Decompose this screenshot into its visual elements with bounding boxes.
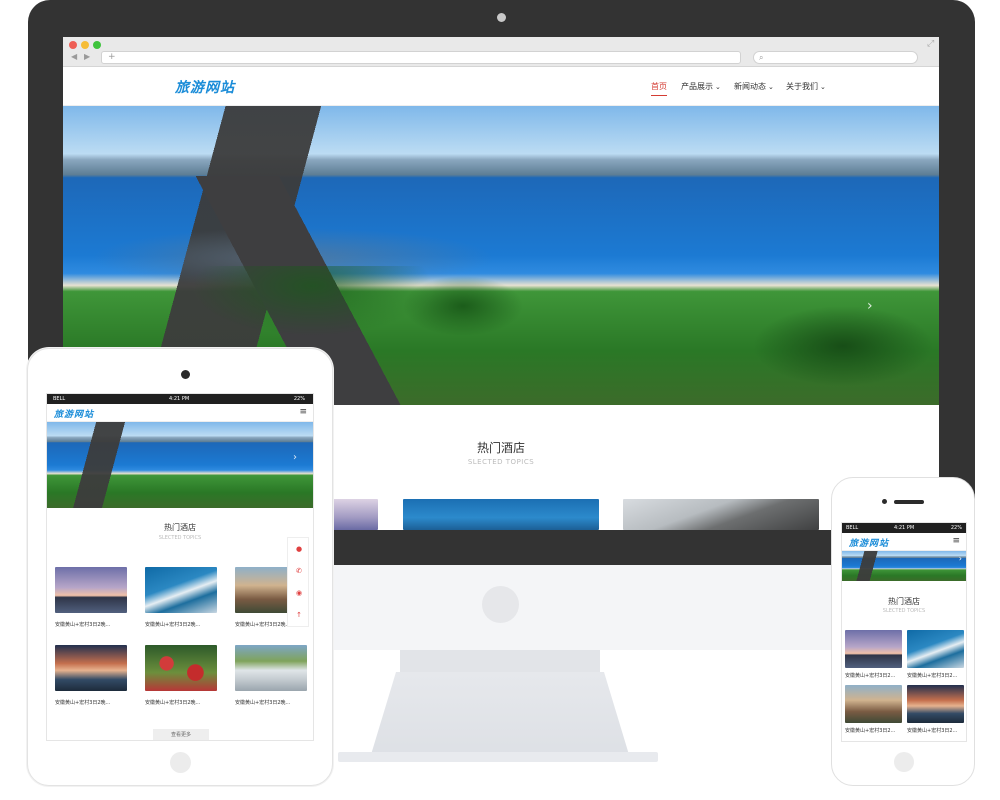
floating-contact-bar: ● ✆ ◉ ↑ bbox=[287, 537, 309, 627]
view-more-button[interactable]: 查看更多 bbox=[153, 729, 209, 740]
hotel-card-caption[interactable]: 安徽黄山+宏村3日2晚... bbox=[55, 699, 127, 706]
wechat-icon[interactable]: ◉ bbox=[292, 586, 306, 600]
hero-banner-image: › bbox=[842, 551, 966, 581]
chevron-down-icon: ⌄ bbox=[768, 83, 774, 91]
section-title: 热门酒店 bbox=[888, 597, 920, 606]
chevron-down-icon: ⌄ bbox=[715, 83, 721, 91]
hotel-card[interactable]: 安徽黄山+宏村3日2晚... bbox=[55, 567, 127, 628]
hotel-card-image[interactable] bbox=[235, 645, 307, 691]
hotel-card-image[interactable] bbox=[845, 685, 902, 723]
monitor-power-button bbox=[482, 586, 519, 623]
site-logo[interactable]: 旅游网站 bbox=[54, 407, 94, 420]
tablet-device: BELL 4:21 PM 22% 旅游网站 ≡ › 热门酒店 SLECTED T… bbox=[27, 348, 333, 786]
hotel-card-caption[interactable]: 安徽黄山+宏村3日2... bbox=[907, 672, 964, 679]
phone-device: BELL 4:21 PM 22% 旅游网站 ≡ › 热门酒店 SLECTED T… bbox=[831, 477, 975, 786]
tablet-camera bbox=[181, 370, 190, 379]
section-subtitle: SLECTED TOPICS bbox=[158, 535, 202, 541]
nav-home[interactable]: 首页 bbox=[651, 81, 667, 96]
battery-label: 22% bbox=[293, 396, 305, 402]
hero-banner-image: › bbox=[47, 422, 313, 508]
monitor-camera bbox=[497, 13, 506, 22]
nav-label: 产品展示 bbox=[681, 82, 713, 91]
hotel-card[interactable]: 安徽黄山+宏村3日2晚... bbox=[145, 567, 217, 628]
hotel-card-caption[interactable]: 安徽黄山+宏村3日2晚... bbox=[55, 621, 127, 628]
monitor-stand-foot bbox=[338, 752, 658, 762]
hotel-card-caption[interactable]: 安徽黄山+宏村3日2晚... bbox=[145, 621, 217, 628]
hotel-card-caption[interactable]: 安徽黄山+宏村3日2... bbox=[845, 672, 902, 679]
hotel-card[interactable]: 安徽黄山+宏村3日2... bbox=[907, 685, 964, 734]
nav-label: 首页 bbox=[651, 82, 667, 91]
site-logo[interactable]: 旅游网站 bbox=[175, 77, 235, 97]
hotel-card-image[interactable] bbox=[907, 685, 964, 723]
hotel-card[interactable]: 安徽黄山+宏村3日2... bbox=[845, 685, 902, 734]
nav-news[interactable]: 新闻动态 ⌄ bbox=[734, 81, 774, 92]
bell-icon[interactable]: ● bbox=[292, 542, 306, 556]
window-maximize-dot[interactable] bbox=[93, 41, 101, 49]
phone-speaker bbox=[894, 500, 924, 504]
arrow-up-icon[interactable]: ↑ bbox=[292, 608, 306, 622]
carrier-label: BELL bbox=[53, 396, 66, 402]
monitor-stand-neck bbox=[400, 650, 600, 674]
phone-icon[interactable]: ✆ bbox=[292, 564, 306, 578]
hotel-card[interactable]: 安徽黄山+宏村3日2晚... bbox=[145, 645, 217, 706]
hotel-card-image[interactable] bbox=[145, 567, 217, 613]
hamburger-menu-icon[interactable]: ≡ bbox=[952, 536, 960, 546]
tablet-site-header: 旅游网站 ≡ bbox=[47, 404, 313, 422]
nav-about[interactable]: 关于我们 ⌄ bbox=[786, 81, 826, 92]
chevron-down-icon: ⌄ bbox=[820, 83, 826, 91]
search-icon: ⌕ bbox=[759, 53, 764, 62]
browser-search-field[interactable]: ⌕ bbox=[753, 51, 918, 64]
url-placeholder: + bbox=[108, 52, 116, 62]
desktop-card-image[interactable] bbox=[623, 499, 819, 530]
phone-camera bbox=[882, 499, 887, 504]
hotel-card[interactable]: 安徽黄山+宏村3日2... bbox=[845, 630, 902, 679]
section-subtitle: SLECTED TOPICS bbox=[882, 608, 926, 614]
browser-toolbar: ◀ ▶ + ⌕ ⤢ bbox=[63, 37, 939, 67]
url-bar[interactable]: + bbox=[101, 51, 741, 64]
tablet-status-bar: BELL 4:21 PM 22% bbox=[47, 394, 313, 404]
hotel-card[interactable]: 安徽黄山+宏村3日2... bbox=[907, 630, 964, 679]
hero-next-arrow-icon[interactable]: › bbox=[867, 298, 873, 314]
site-header: 旅游网站 首页 产品展示 ⌄ 新闻动态 ⌄ 关于我们 ⌄ bbox=[63, 67, 939, 106]
fullscreen-icon[interactable]: ⤢ bbox=[927, 39, 934, 49]
monitor-stand-base bbox=[370, 672, 630, 758]
time-label: 4:21 PM bbox=[169, 396, 190, 402]
hero-next-arrow-icon[interactable]: › bbox=[293, 452, 297, 463]
back-arrow-icon[interactable]: ◀ bbox=[71, 52, 77, 61]
nav-products[interactable]: 产品展示 ⌄ bbox=[681, 81, 721, 92]
hotel-card-image[interactable] bbox=[145, 645, 217, 691]
hotel-card-image[interactable] bbox=[55, 645, 127, 691]
phone-home-button bbox=[894, 752, 914, 772]
phone-status-bar: BELL 4:21 PM 22% bbox=[842, 523, 966, 533]
tablet-screen: BELL 4:21 PM 22% 旅游网站 ≡ › 热门酒店 SLECTED T… bbox=[46, 393, 314, 741]
desktop-card-image[interactable] bbox=[403, 499, 599, 530]
hotel-card-caption[interactable]: 安徽黄山+宏村3日2晚... bbox=[145, 699, 217, 706]
phone-site-header: 旅游网站 ≡ bbox=[842, 533, 966, 551]
hamburger-menu-icon[interactable]: ≡ bbox=[299, 407, 307, 417]
desktop-card-image[interactable] bbox=[333, 499, 378, 530]
battery-label: 22% bbox=[950, 525, 962, 531]
hotel-card-caption[interactable]: 安徽黄山+宏村3日2... bbox=[907, 727, 964, 734]
hotel-card-image[interactable] bbox=[845, 630, 902, 668]
phone-screen: BELL 4:21 PM 22% 旅游网站 ≡ › 热门酒店 SLECTED T… bbox=[841, 522, 967, 742]
time-label: 4:21 PM bbox=[894, 525, 915, 531]
hero-next-arrow-icon[interactable]: › bbox=[959, 554, 962, 563]
hotel-card-caption[interactable]: 安徽黄山+宏村3日2晚... bbox=[235, 699, 307, 706]
hotel-card-caption[interactable]: 安徽黄山+宏村3日2... bbox=[845, 727, 902, 734]
carrier-label: BELL bbox=[846, 525, 859, 531]
section-title: 热门酒店 bbox=[164, 523, 196, 532]
nav-label: 关于我们 bbox=[786, 82, 818, 91]
hotel-card-image[interactable] bbox=[907, 630, 964, 668]
site-logo[interactable]: 旅游网站 bbox=[849, 536, 889, 549]
window-minimize-dot[interactable] bbox=[81, 41, 89, 49]
hotel-card[interactable]: 安徽黄山+宏村3日2晚... bbox=[235, 645, 307, 706]
window-close-dot[interactable] bbox=[69, 41, 77, 49]
nav-label: 新闻动态 bbox=[734, 82, 766, 91]
hotel-card[interactable]: 安徽黄山+宏村3日2晚... bbox=[55, 645, 127, 706]
tablet-home-button bbox=[170, 752, 191, 773]
hotel-card-image[interactable] bbox=[55, 567, 127, 613]
forward-arrow-icon[interactable]: ▶ bbox=[84, 52, 90, 61]
